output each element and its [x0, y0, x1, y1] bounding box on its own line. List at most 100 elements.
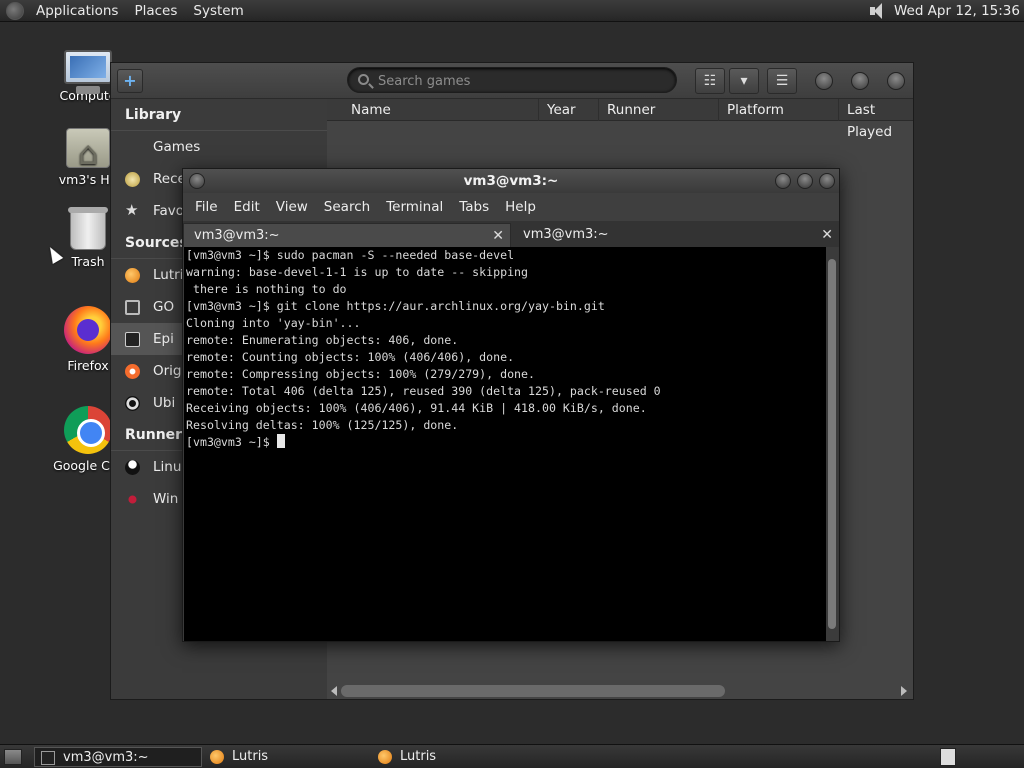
places-menu[interactable]: Places — [126, 0, 185, 22]
sidebar-item-games[interactable]: Games — [111, 131, 327, 163]
terminal-titlebar[interactable]: vm3@vm3:~ — [183, 169, 839, 193]
wine-icon — [125, 492, 140, 507]
column-header-year[interactable]: Year — [539, 99, 599, 121]
terminal-vertical-scrollbar[interactable] — [826, 247, 838, 641]
scroll-right-arrow-icon[interactable] — [901, 686, 907, 696]
workspace-switcher[interactable] — [940, 748, 956, 766]
tab-close-icon[interactable]: ✕ — [492, 224, 504, 248]
column-header-last-played[interactable]: Last Played — [839, 99, 913, 140]
linux-tux-icon — [125, 460, 140, 475]
ubisoft-icon — [125, 396, 140, 411]
taskbar-item-lutris[interactable]: Lutris — [204, 747, 370, 767]
firefox-icon — [64, 306, 112, 354]
terminal-line: remote: Compressing objects: 100% (279/2… — [186, 367, 536, 381]
sidebar-item-label: Win — [153, 491, 179, 507]
taskbar-item-label: vm3@vm3:~ — [63, 750, 149, 765]
lutris-header-bar: + ☷ ▾ ☰ — [111, 63, 913, 99]
maximize-button[interactable] — [851, 72, 869, 90]
minimize-button[interactable] — [815, 72, 833, 90]
clock[interactable]: Wed Apr 12, 15:36 — [894, 3, 1024, 19]
terminal-line: remote: Total 406 (delta 125), reused 39… — [186, 384, 661, 398]
menu-terminal[interactable]: Terminal — [378, 199, 451, 215]
terminal-prompt: [vm3@vm3 ~]$ — [186, 435, 277, 449]
menu-view[interactable]: View — [268, 199, 316, 215]
top-panel: Applications Places System Wed Apr 12, 1… — [0, 0, 1024, 22]
terminal-line: remote: Counting objects: 100% (406/406)… — [186, 350, 515, 364]
app-menu-button[interactable]: ☰ — [767, 68, 797, 94]
terminal-window: vm3@vm3:~ File Edit View Search Terminal… — [182, 168, 840, 642]
terminal-line: warning: base-devel-1-1 is up to date --… — [186, 265, 529, 279]
maximize-button[interactable] — [797, 173, 813, 189]
menu-file[interactable]: File — [187, 199, 226, 215]
sidebar-item-label: Epi — [153, 331, 174, 347]
search-icon — [358, 74, 369, 85]
terminal-title: vm3@vm3:~ — [463, 173, 559, 189]
volume-icon[interactable] — [866, 2, 888, 20]
column-header-name[interactable]: Name — [343, 99, 539, 121]
star-icon: ★ — [125, 201, 139, 219]
terminal-line: Cloning into 'yay-bin'... — [186, 316, 361, 330]
show-desktop-icon[interactable] — [4, 749, 22, 765]
search-games-input[interactable] — [378, 72, 668, 90]
epic-games-icon — [125, 332, 140, 347]
sidebar-item-label: Linu — [153, 459, 182, 475]
clock-icon — [125, 172, 140, 187]
computer-icon — [64, 50, 112, 94]
home-folder-icon — [66, 128, 110, 173]
tab-label: vm3@vm3:~ — [523, 227, 609, 242]
terminal-output: [vm3@vm3 ~]$ sudo pacman -S --needed bas… — [184, 247, 827, 451]
applications-menu[interactable]: Applications — [28, 0, 126, 22]
view-mode-button[interactable]: ☷ — [695, 68, 725, 94]
column-header-platform[interactable]: Platform — [719, 99, 839, 121]
lutris-icon — [210, 750, 224, 764]
close-button[interactable] — [887, 72, 905, 90]
terminal-line: Receiving objects: 100% (406/406), 91.44… — [186, 401, 647, 415]
system-menu[interactable]: System — [185, 0, 251, 22]
taskbar-item-lutris[interactable]: Lutris — [372, 747, 538, 767]
chrome-icon — [64, 406, 112, 454]
terminal-icon — [41, 751, 55, 765]
sidebar-item-label: Ubi — [153, 395, 176, 411]
trash-icon — [68, 207, 108, 250]
view-dropdown-button[interactable]: ▾ — [729, 68, 759, 94]
sidebar-item-label: GO — [153, 299, 175, 315]
scrollbar-thumb[interactable] — [828, 259, 836, 629]
scroll-left-arrow-icon[interactable] — [331, 686, 337, 696]
games-horizontal-scrollbar[interactable] — [331, 685, 911, 697]
menu-edit[interactable]: Edit — [226, 199, 268, 215]
close-button[interactable] — [819, 173, 835, 189]
terminal-screen[interactable]: [vm3@vm3 ~]$ sudo pacman -S --needed bas… — [184, 247, 827, 641]
taskbar-item-label: Lutris — [400, 749, 437, 764]
taskbar-item-label: Lutris — [232, 749, 269, 764]
terminal-line: [vm3@vm3 ~]$ sudo pacman -S --needed bas… — [186, 248, 515, 262]
terminal-line: [vm3@vm3 ~]$ git clone https://aur.archl… — [186, 299, 605, 313]
terminal-menubar: File Edit View Search Terminal Tabs Help — [183, 193, 839, 221]
minimize-button[interactable] — [775, 173, 791, 189]
tab-close-icon[interactable]: ✕ — [821, 223, 833, 247]
tab-label: vm3@vm3:~ — [194, 228, 280, 243]
tab-2[interactable]: vm3@vm3:~ ✕ — [513, 223, 839, 247]
search-games-field[interactable] — [347, 67, 677, 93]
sidebar-item-label: Orig — [153, 363, 182, 379]
text-cursor — [276, 434, 285, 448]
add-game-button[interactable]: + — [117, 69, 143, 93]
menu-search[interactable]: Search — [316, 199, 378, 215]
window-menu-button[interactable] — [189, 173, 205, 189]
column-header-runner[interactable]: Runner — [599, 99, 719, 121]
terminal-line: remote: Enumerating objects: 406, done. — [186, 333, 459, 347]
main-menu-logo-icon[interactable] — [6, 1, 24, 20]
tab-1[interactable]: vm3@vm3:~ ✕ — [183, 223, 511, 247]
gog-icon — [125, 300, 140, 315]
sidebar-item-label: Games — [153, 139, 201, 155]
bottom-panel: vm3@vm3:~ Lutris Lutris — [0, 744, 1024, 768]
menu-tabs[interactable]: Tabs — [451, 199, 497, 215]
sidebar-item-label: Rece — [153, 171, 186, 187]
origin-icon — [125, 364, 140, 379]
terminal-line: Resolving deltas: 100% (125/125), done. — [186, 418, 459, 432]
sidebar-item-label: Favo — [153, 203, 185, 219]
terminal-line: there is nothing to do — [186, 282, 347, 296]
menu-help[interactable]: Help — [497, 199, 544, 215]
taskbar-item-terminal[interactable]: vm3@vm3:~ — [34, 747, 202, 767]
scrollbar-thumb[interactable] — [341, 685, 725, 697]
terminal-tabs: vm3@vm3:~ ✕ vm3@vm3:~ ✕ — [183, 221, 839, 247]
